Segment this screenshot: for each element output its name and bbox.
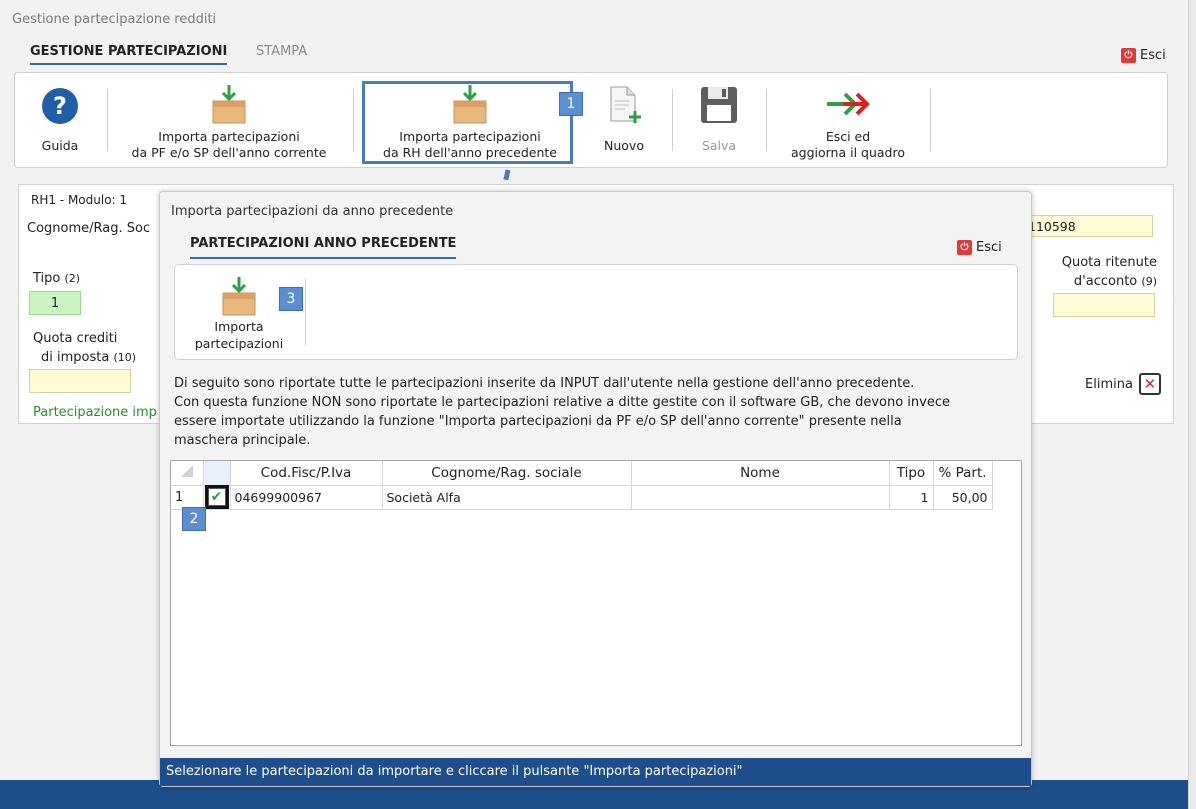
toolbar-separator <box>107 89 108 151</box>
cell-perc[interactable]: 50,00 <box>932 484 993 510</box>
panel-legend: RH1 - Modulo: 1 <box>31 193 128 207</box>
step-badge-3: 3 <box>279 287 303 311</box>
tipo-label: Tipo (2) <box>33 271 81 286</box>
elimina-button[interactable]: Elimina ✕ <box>1085 373 1161 395</box>
dialog-esci-label: Esci <box>976 240 1002 255</box>
table-row[interactable]: 1 ✔ 04699900967 Società Alfa 1 50,00 <box>171 484 993 510</box>
step-badge-2: 2 <box>182 507 206 531</box>
cognome-label: Cognome/Rag. Soc <box>27 221 151 236</box>
toolbar-separator <box>930 89 931 151</box>
window-title: Gestione partecipazione redditi <box>12 12 217 27</box>
toolbar-separator <box>672 89 673 151</box>
column-cod-fisc[interactable]: Cod.Fisc/P.Iva <box>229 461 383 486</box>
info-text: Di seguito sono riportate tutte le parte… <box>174 376 950 448</box>
select-all-corner-icon <box>180 464 193 477</box>
row-checkbox-cell[interactable]: ✔ <box>202 484 231 510</box>
import-pf-button[interactable]: Importa partecipazioni da PF e/o SP dell… <box>113 73 345 167</box>
tab-partecipazioni-anno-precedente[interactable]: PARTECIPAZIONI ANNO PRECEDENTE <box>190 236 457 259</box>
dialog-status-bar: Selezionare le partecipazioni da importa… <box>160 758 1031 786</box>
save-disk-icon <box>701 87 737 123</box>
dialog-title: Importa partecipazioni da anno precedent… <box>171 204 454 219</box>
new-document-icon <box>610 86 641 123</box>
highlight-import-rh <box>362 81 573 164</box>
import-box-icon <box>222 277 256 316</box>
main-toolbar: ? Guida Importa partecipazioni da PF e/o… <box>14 72 1168 168</box>
partecipazioni-grid: Cod.Fisc/P.Iva Cognome/Rag. sociale Nome… <box>170 460 1022 746</box>
cell-tipo[interactable]: 1 <box>888 484 934 510</box>
importa-partecipazioni-button[interactable]: Importa partecipazioni <box>179 265 299 359</box>
help-icon: ? <box>42 88 78 124</box>
row-checkbox[interactable]: ✔ <box>204 485 229 509</box>
codice-fiscale-field[interactable]: 110598 <box>1023 215 1153 237</box>
column-perc-part[interactable]: % Part. <box>932 461 993 486</box>
partecipazione-label: Partecipazione imp <box>33 405 157 420</box>
row-number: 1 <box>171 484 204 510</box>
tab-gestione-partecipazioni[interactable]: GESTIONE PARTECIPAZIONI <box>30 44 228 65</box>
dialog-toolbar: Importa partecipazioni <box>174 264 1018 360</box>
nuovo-label: Nuovo <box>604 138 644 153</box>
column-tipo[interactable]: Tipo <box>888 461 934 486</box>
cell-cod-fisc[interactable]: 04699900967 <box>229 484 383 510</box>
import-dialog: Importa partecipazioni da anno precedent… <box>159 191 1032 787</box>
elimina-label: Elimina <box>1085 376 1133 392</box>
cell-cognome[interactable]: Società Alfa <box>381 484 632 510</box>
toolbar-separator <box>305 279 306 345</box>
cell-nome[interactable] <box>630 484 890 510</box>
quota-crediti-label: Quota crediti di imposta (10) <box>33 331 137 365</box>
import-pf-label-2: da PF e/o SP dell'anno corrente <box>131 145 327 160</box>
importa-label-1: Importa <box>214 319 264 334</box>
quota-crediti-field[interactable] <box>29 369 131 393</box>
delete-icon: ✕ <box>1138 373 1161 395</box>
quota-ritenute-label: Quota ritenute d'acconto (9) <box>1061 255 1157 289</box>
toolbar-separator <box>353 89 354 151</box>
step-badge-1: 1 <box>559 92 583 116</box>
grid-check-header[interactable] <box>202 461 231 486</box>
dialog-esci-button[interactable]: ⏻ Esci <box>957 240 1002 255</box>
esci-button[interactable]: ⏻ Esci <box>1121 48 1166 63</box>
import-pf-label-1: Importa partecipazioni <box>158 129 300 144</box>
exit-icon: ⏻ <box>1121 48 1136 63</box>
toolbar-separator <box>766 89 767 151</box>
esci-aggiorna-button[interactable]: Esci ed aggiorna il quadro <box>777 73 919 167</box>
tab-stampa[interactable]: STAMPA <box>256 44 307 59</box>
esci-agg-label-1: Esci ed <box>825 129 871 144</box>
column-cognome[interactable]: Cognome/Rag. sociale <box>381 461 632 486</box>
esci-label: Esci <box>1140 48 1166 63</box>
grid-table: Cod.Fisc/P.Iva Cognome/Rag. sociale Nome… <box>171 461 993 510</box>
guida-button[interactable]: ? Guida <box>15 73 105 167</box>
salva-label: Salva <box>701 138 737 153</box>
quota-ritenute-field[interactable] <box>1053 293 1155 317</box>
salva-button[interactable]: Salva <box>683 73 755 167</box>
import-box-icon <box>212 85 246 124</box>
grid-header-row: Cod.Fisc/P.Iva Cognome/Rag. sociale Nome… <box>171 461 993 486</box>
svg-text:?: ? <box>53 92 67 120</box>
exit-arrow-icon <box>827 92 870 116</box>
grid-corner <box>171 461 204 486</box>
exit-icon: ⏻ <box>957 240 972 255</box>
column-nome[interactable]: Nome <box>630 461 890 486</box>
nuovo-button[interactable]: Nuovo <box>591 73 657 167</box>
importa-label-2: partecipazioni <box>194 336 284 351</box>
guida-label: Guida <box>41 138 79 153</box>
tipo-field[interactable]: 1 <box>29 291 81 315</box>
esci-agg-label-2: aggiorna il quadro <box>790 145 905 160</box>
